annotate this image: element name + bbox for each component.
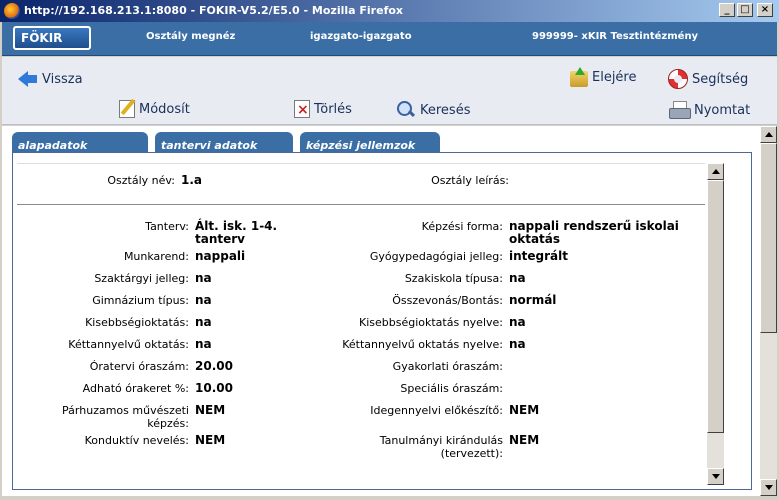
scroll-thumb[interactable] — [707, 180, 724, 433]
window-title: http://192.168.213.1:8080 - FOKIR-V5.2/E… — [24, 4, 404, 17]
page-scroll-thumb[interactable] — [760, 143, 777, 333]
field-label: Szakiskola típusa: — [404, 272, 503, 285]
lifebuoy-icon — [668, 69, 688, 89]
class-name-value: 1.a — [181, 173, 203, 187]
field-label: Speciális óraszám: — [400, 382, 503, 395]
class-desc-label: Osztály leírás: — [431, 174, 509, 187]
panel-scrollbar[interactable] — [707, 163, 724, 485]
search-label: Keresés — [420, 102, 471, 118]
tab-panel: Osztály név: 1.a Osztály leírás: Tanterv… — [12, 152, 752, 490]
field-value: 20.00 — [195, 359, 233, 373]
field-label: Kisebbségioktatás nyelve: — [359, 316, 503, 329]
field-value: na — [195, 293, 212, 307]
field-label: Tanterv: — [145, 220, 189, 233]
window-titlebar: http://192.168.213.1:8080 - FOKIR-V5.2/E… — [0, 0, 779, 22]
field-label: Kisebbségioktatás: — [85, 316, 189, 329]
institution-name: 999999- xKIR Tesztintézmény — [532, 31, 699, 42]
field-label: Munkarend: — [123, 250, 189, 263]
content-frame: alapadatok tantervi adatok képzési jelle… — [2, 126, 760, 496]
firefox-icon — [4, 3, 20, 19]
field-value: na — [195, 337, 212, 351]
field-label: Párhuzamos művészeti képzés: — [62, 404, 189, 430]
field-value: nappali rendszerű iskolai oktatás — [509, 219, 679, 246]
help-link[interactable]: Segítség — [668, 69, 748, 89]
page-scrollbar[interactable] — [760, 126, 777, 496]
details-panel: Osztály név: 1.a Osztály leírás: Tanterv… — [17, 163, 705, 485]
field-value: na — [509, 337, 526, 351]
help-label: Segítség — [692, 71, 749, 87]
field-label: Konduktív nevelés: — [84, 434, 189, 447]
back-label: Vissza — [42, 71, 83, 87]
app-header: FÖKIR Osztály megnéz igazgato-igazgato 9… — [2, 22, 777, 56]
search-link[interactable]: Keresés — [396, 100, 470, 120]
delete-label: Törlés — [314, 101, 352, 117]
field-label: Tanulmányi kirándulás (tervezett): — [379, 434, 503, 460]
field-label: Idegennyelvi előkészítő: — [370, 404, 503, 417]
print-link[interactable]: Nyomtat — [668, 100, 750, 120]
printer-icon — [668, 100, 691, 120]
field-label: Gyógypedagógiai jelleg: — [369, 250, 503, 263]
delete-link[interactable]: Törlés — [294, 100, 352, 118]
field-label: Szaktárgyi jelleg: — [94, 272, 189, 285]
page-title: Osztály megnéz — [146, 31, 236, 42]
fokir-logo: FÖKIR — [13, 26, 91, 50]
scroll-up-button[interactable] — [707, 163, 724, 180]
field-value: na — [195, 315, 212, 329]
page-scroll-down-button[interactable] — [760, 479, 777, 496]
edit-label: Módosít — [139, 101, 190, 117]
nav-toolbar: Vissza Elejére Segítség Módosít Törlés K… — [2, 57, 777, 125]
field-label: Adható órakeret %: — [82, 382, 189, 395]
field-label: Gimnázium típus: — [92, 294, 189, 307]
search-icon — [396, 100, 416, 120]
maximize-button[interactable]: □ — [737, 3, 753, 17]
field-value: nappali — [195, 249, 246, 263]
field-value: normál — [509, 293, 557, 307]
field-value: Ált. isk. 1-4. tanterv — [195, 219, 278, 246]
field-label: Gyakorlati óraszám: — [392, 360, 503, 373]
field-value: NEM — [195, 403, 226, 417]
field-value: integrált — [509, 249, 568, 263]
field-label: Összevonás/Bontás: — [392, 294, 503, 307]
scroll-down-button[interactable] — [707, 468, 724, 485]
field-value: na — [195, 271, 212, 285]
top-link[interactable]: Elejére — [570, 67, 637, 87]
field-value: NEM — [509, 433, 540, 447]
field-label: Óratervi óraszám: — [89, 360, 189, 373]
close-button[interactable]: × — [757, 3, 773, 17]
home-up-icon — [570, 67, 588, 87]
print-label: Nyomtat — [694, 102, 751, 118]
back-link[interactable]: Vissza — [18, 69, 83, 89]
back-arrow-icon — [18, 69, 38, 89]
field-value: na — [509, 315, 526, 329]
field-label: Kéttannyelvű oktatás: — [68, 338, 189, 351]
field-value: na — [509, 271, 526, 285]
field-value: NEM — [509, 403, 540, 417]
field-label: Kéttannyelvű oktatás nyelve: — [342, 338, 503, 351]
edit-link[interactable]: Módosít — [119, 100, 190, 118]
user-name: igazgato-igazgato — [310, 31, 412, 42]
class-name-label: Osztály név: — [107, 174, 175, 187]
edit-pencil-icon — [119, 100, 135, 118]
field-label: Képzési forma: — [421, 220, 503, 233]
top-label: Elejére — [592, 69, 637, 85]
minimize-button[interactable]: _ — [719, 3, 735, 17]
field-value: 10.00 — [195, 381, 233, 395]
field-value: NEM — [195, 433, 226, 447]
delete-icon — [294, 100, 310, 118]
separator — [17, 204, 705, 205]
page-scroll-up-button[interactable] — [760, 126, 777, 143]
